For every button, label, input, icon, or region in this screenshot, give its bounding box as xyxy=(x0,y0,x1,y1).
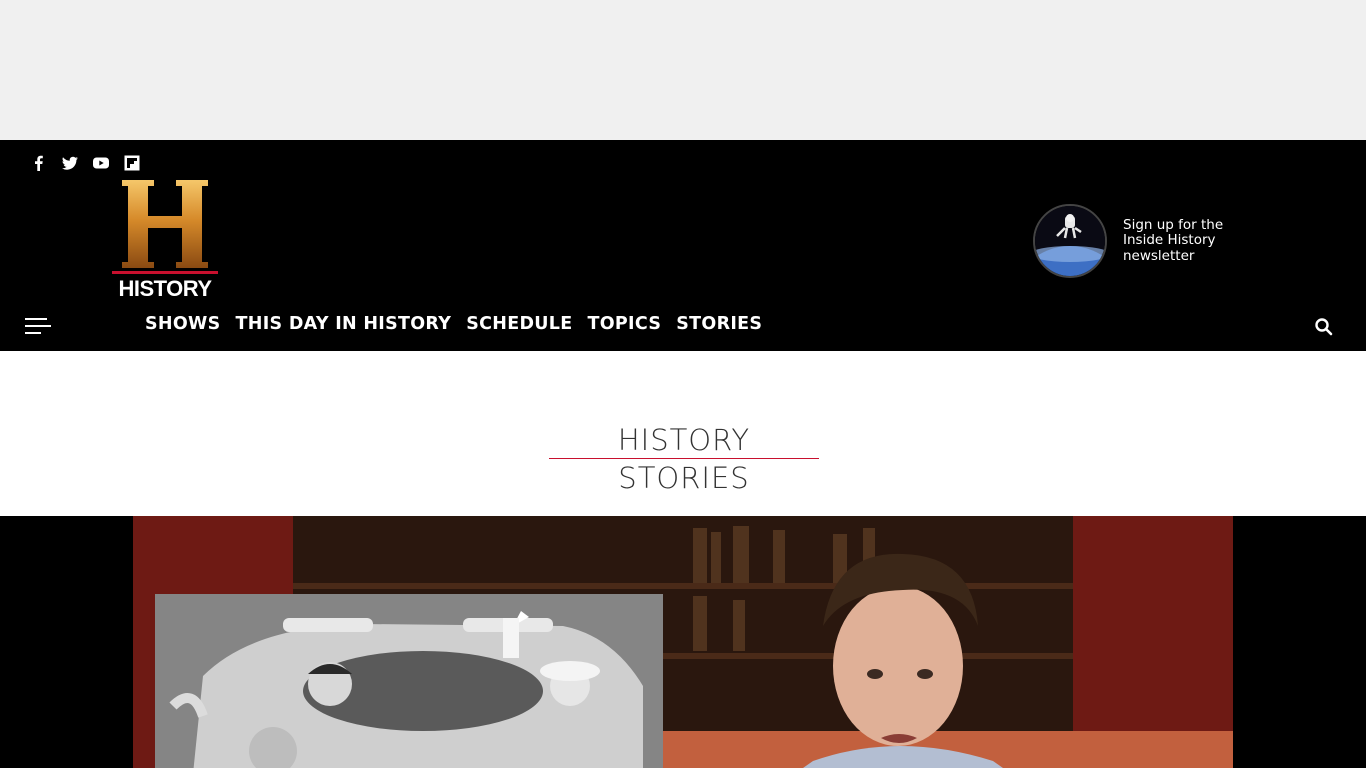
astronaut-thumbnail xyxy=(1033,204,1107,278)
hamburger-menu-icon[interactable] xyxy=(25,316,51,336)
history-logo[interactable]: HISTORY xyxy=(112,178,218,303)
logo-h-mark xyxy=(122,180,208,268)
page-heading-section: HISTORY STORIES xyxy=(0,351,1366,516)
flipboard-icon[interactable] xyxy=(123,154,141,172)
main-nav: SHOWS THIS DAY IN HISTORY SCHEDULE TOPIC… xyxy=(145,314,762,334)
logo-wordmark: HISTORY xyxy=(118,276,212,301)
nav-this-day-in-history[interactable]: THIS DAY IN HISTORY xyxy=(236,314,452,334)
youtube-icon[interactable] xyxy=(92,154,110,172)
hero-video-thumbnail[interactable] xyxy=(133,516,1233,768)
newsletter-text: Sign up for the Inside History newslette… xyxy=(1123,216,1224,264)
nav-stories[interactable]: STORIES xyxy=(676,314,762,334)
page-title: HISTORY STORIES xyxy=(617,423,751,495)
facebook-icon[interactable] xyxy=(30,154,48,172)
twitter-icon[interactable] xyxy=(61,154,79,172)
site-header: HISTORY Sign up for the Inside History n… xyxy=(0,140,1366,351)
newsletter-signup[interactable]: Sign up for the Inside History newslette… xyxy=(1033,203,1253,279)
search-icon[interactable] xyxy=(1314,317,1334,337)
nav-schedule[interactable]: SCHEDULE xyxy=(466,314,572,334)
nav-shows[interactable]: SHOWS xyxy=(145,314,221,334)
social-links xyxy=(30,154,141,172)
logo-underline xyxy=(112,271,218,274)
title-underline xyxy=(549,458,819,459)
nav-topics[interactable]: TOPICS xyxy=(588,314,662,334)
hero-section xyxy=(0,516,1366,768)
ad-banner xyxy=(0,0,1366,140)
